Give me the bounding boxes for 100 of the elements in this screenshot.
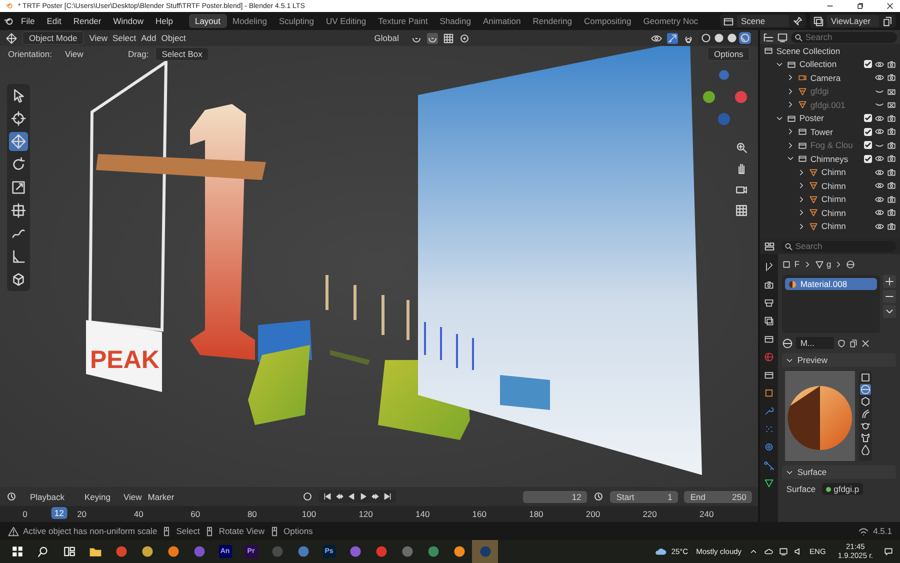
start-frame-field[interactable]: Start 1 xyxy=(610,490,678,502)
search-field[interactable]: Search xyxy=(781,240,896,252)
mode-dropdown[interactable]: Object Mode xyxy=(22,31,84,45)
workspace-tab[interactable]: Geometry Noc xyxy=(637,14,704,28)
outliner-item[interactable]: Chimn xyxy=(821,180,846,191)
physics-tab-icon[interactable] xyxy=(764,442,774,452)
scene-name[interactable]: Scene xyxy=(737,15,789,27)
zoom-icon[interactable] xyxy=(735,141,748,154)
render-camera-icon[interactable] xyxy=(887,154,896,164)
outliner-item[interactable]: Poster xyxy=(799,113,824,124)
orientation-dropdown[interactable]: Global xyxy=(367,31,406,45)
eye-icon[interactable] xyxy=(875,208,884,218)
checkbox[interactable] xyxy=(864,128,872,136)
surface-section-header[interactable]: Surface xyxy=(782,465,896,479)
surface-field[interactable]: gfdgi.p xyxy=(822,483,864,495)
grid-icon[interactable] xyxy=(735,204,748,217)
outliner-item[interactable]: Chimneys xyxy=(810,154,848,164)
menu-item[interactable]: Edit xyxy=(40,16,68,26)
close-icon[interactable] xyxy=(886,2,894,10)
workspace-tab[interactable]: Compositing xyxy=(578,14,638,28)
view-layer-tab-icon[interactable] xyxy=(764,316,774,326)
render-camera-icon[interactable] xyxy=(887,168,896,177)
axis-gizmo[interactable] xyxy=(703,70,747,125)
remove-icon[interactable] xyxy=(883,290,896,303)
menu-item[interactable]: View xyxy=(124,492,142,502)
chevron-icon[interactable] xyxy=(748,547,758,556)
render-tab-icon[interactable] xyxy=(764,280,774,290)
workspace-tab[interactable]: Modeling xyxy=(226,14,273,28)
options-dropdown[interactable]: Options xyxy=(707,47,750,61)
eye-icon[interactable] xyxy=(875,73,884,82)
view-layer-name[interactable]: ViewLayer xyxy=(827,15,879,27)
preview-shape-icon[interactable] xyxy=(860,396,872,407)
menu-item[interactable]: Keying xyxy=(78,490,118,504)
checkbox[interactable] xyxy=(864,114,872,122)
tool-icon[interactable] xyxy=(9,109,28,128)
workspace-tab[interactable]: Animation xyxy=(476,14,527,28)
clock-icon[interactable] xyxy=(6,491,17,502)
view-layer-selector[interactable]: ViewLayer xyxy=(810,14,896,28)
shading-mode-icon[interactable] xyxy=(726,32,738,44)
maximize-icon[interactable] xyxy=(856,2,864,10)
checkbox[interactable] xyxy=(864,154,872,163)
menu-item[interactable]: Object xyxy=(161,33,186,43)
tool-icon[interactable] xyxy=(9,132,28,151)
workspace-tab[interactable]: Rendering xyxy=(526,14,578,28)
workspace-tab[interactable]: Layout xyxy=(188,14,226,28)
data-tab-icon[interactable] xyxy=(764,478,774,488)
caret-icon[interactable] xyxy=(883,305,896,318)
grid-icon[interactable] xyxy=(442,32,454,44)
eye-icon[interactable] xyxy=(875,127,884,136)
menu-item[interactable]: Render xyxy=(67,16,108,26)
visibility-icon[interactable] xyxy=(651,32,662,44)
workspace-tab[interactable]: UV Editing xyxy=(320,14,372,28)
render-camera-icon[interactable] xyxy=(887,194,896,204)
menu-item[interactable]: Marker xyxy=(148,492,174,502)
material-name-field[interactable]: M... xyxy=(796,337,834,349)
search-field[interactable]: Search xyxy=(791,32,897,42)
preview-shape-icon[interactable] xyxy=(860,444,872,455)
menu-item[interactable]: Select xyxy=(112,33,136,43)
menu-item[interactable]: View xyxy=(89,33,108,43)
menu-item[interactable]: Add xyxy=(141,33,156,43)
shading-mode-icon[interactable] xyxy=(713,32,726,44)
outliner-item[interactable]: Scene Collection xyxy=(776,46,840,56)
tool-icon[interactable] xyxy=(9,201,28,220)
render-camera-icon[interactable] xyxy=(887,114,896,123)
display-mode-icon[interactable] xyxy=(763,32,774,42)
proportional-edit-icon[interactable] xyxy=(458,32,470,44)
playhead[interactable]: 12 xyxy=(51,507,67,519)
tool-tab-icon[interactable] xyxy=(764,262,774,272)
scene-tab-icon[interactable] xyxy=(764,334,774,344)
menu-item[interactable]: Help xyxy=(149,16,179,26)
preview-section-header[interactable]: Preview xyxy=(782,353,896,367)
eye-icon[interactable] xyxy=(875,114,884,123)
next-keyframe-icon[interactable] xyxy=(370,492,380,501)
eye-icon[interactable] xyxy=(875,194,884,204)
tool-icon[interactable] xyxy=(9,178,28,197)
constraints-tab-icon[interactable] xyxy=(764,460,774,470)
checkbox[interactable] xyxy=(864,60,872,68)
menu-item[interactable]: File xyxy=(15,16,41,26)
eye-icon[interactable] xyxy=(875,181,884,190)
eye-icon[interactable] xyxy=(875,154,884,164)
outliner-item[interactable]: Chimn xyxy=(821,221,846,232)
orientation-dropdown[interactable]: View xyxy=(58,47,122,61)
drag-dropdown[interactable]: Select Box xyxy=(154,47,210,61)
workspace-tab[interactable]: Shading xyxy=(434,14,477,28)
preview-shape-icon[interactable] xyxy=(860,420,872,431)
eye-icon[interactable] xyxy=(875,168,884,177)
previous-keyframe-icon[interactable] xyxy=(334,492,344,501)
end-frame-field[interactable]: End 250 xyxy=(684,490,752,502)
editor-type-icon[interactable] xyxy=(6,32,17,44)
current-frame-field[interactable]: 12 xyxy=(523,490,588,502)
preview-shape-icon[interactable] xyxy=(860,384,872,395)
pin-icon[interactable] xyxy=(792,16,803,26)
object-tab-icon[interactable] xyxy=(764,388,774,398)
editor-type-icon[interactable] xyxy=(764,240,776,252)
workspace-tab[interactable]: Sculpting xyxy=(273,14,320,28)
jump-end-icon[interactable] xyxy=(382,492,392,501)
add-icon[interactable] xyxy=(883,275,896,288)
copy-icon[interactable] xyxy=(882,16,893,26)
eye-icon[interactable] xyxy=(875,222,884,231)
preview-shape-icon[interactable] xyxy=(860,432,872,443)
